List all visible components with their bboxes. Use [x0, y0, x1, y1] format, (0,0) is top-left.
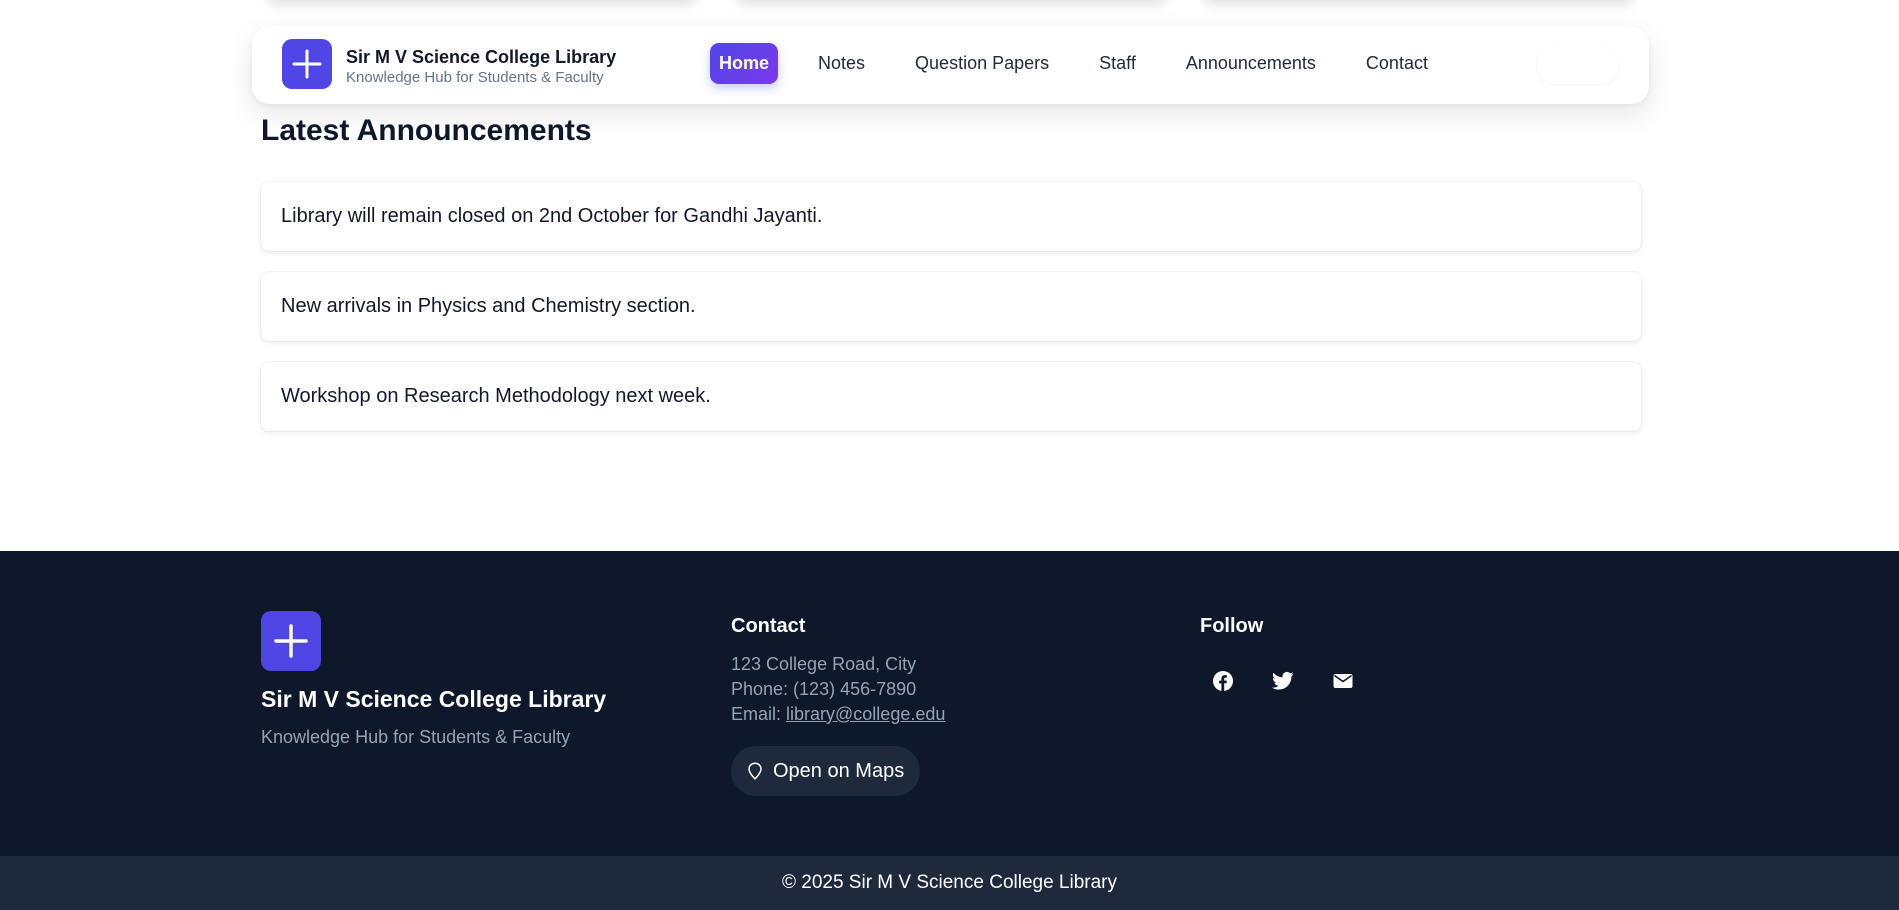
brand-title: Sir M V Science College Library: [346, 47, 617, 67]
footer-contact-details: 123 College Road, City Phone: (123) 456-…: [731, 652, 945, 727]
copyright-bar: © 2025 Sir M V Science College Library: [0, 856, 1899, 910]
page-title: Latest Announcements: [261, 114, 592, 147]
footer-address: 123 College Road, City: [731, 654, 917, 674]
nav-contact[interactable]: Contact: [1357, 43, 1437, 84]
main-nav: Home Notes Question Papers Staff Announc…: [710, 43, 1469, 84]
facebook-link[interactable]: [1200, 658, 1246, 704]
footer-logo: [261, 611, 321, 671]
announcement-item: New arrivals in Physics and Chemistry se…: [261, 272, 1641, 341]
plus-icon: [292, 49, 322, 79]
facebook-icon: [1213, 671, 1233, 691]
footer-follow-heading: Follow: [1200, 615, 1264, 637]
nav-home[interactable]: Home: [710, 43, 779, 84]
footer-subtitle: Knowledge Hub for Students & Faculty: [261, 727, 571, 747]
plus-icon: [274, 624, 308, 658]
email-link[interactable]: [1320, 658, 1366, 704]
map-pin-icon: [747, 762, 763, 780]
announcement-item: Library will remain closed on 2nd Octobe…: [261, 182, 1641, 251]
nav-staff[interactable]: Staff: [1090, 43, 1145, 84]
twitter-link[interactable]: [1260, 658, 1306, 704]
nav-action-button[interactable]: [1537, 46, 1619, 84]
open-maps-label: Open on Maps: [773, 759, 905, 782]
footer-title: Sir M V Science College Library: [261, 686, 607, 712]
footer: Sir M V Science College Library Knowledg…: [0, 551, 1899, 856]
top-card-edges: [0, 0, 1899, 20]
footer-phone: Phone: (123) 456-7890: [731, 679, 917, 699]
footer-contact-heading: Contact: [731, 615, 806, 637]
nav-announcements[interactable]: Announcements: [1177, 43, 1325, 84]
footer-email-link[interactable]: library@college.edu: [786, 704, 945, 724]
footer-email-line: Email: library@college.edu: [731, 702, 945, 727]
brand-subtitle: Knowledge Hub for Students & Faculty: [346, 69, 604, 86]
navbar: Sir M V Science College Library Knowledg…: [252, 26, 1649, 104]
footer-email-label: Email:: [731, 704, 787, 724]
twitter-icon: [1272, 671, 1294, 690]
open-maps-button[interactable]: Open on Maps: [731, 746, 921, 796]
announcement-list: Library will remain closed on 2nd Octobe…: [261, 182, 1641, 452]
nav-notes[interactable]: Notes: [809, 43, 874, 84]
brand-logo[interactable]: [282, 39, 332, 89]
nav-question-papers[interactable]: Question Papers: [906, 43, 1058, 84]
announcement-item: Workshop on Research Methodology next we…: [261, 362, 1641, 431]
brand[interactable]: Sir M V Science College Library Knowledg…: [346, 46, 616, 87]
social-links: [1200, 658, 1380, 704]
mail-icon: [1333, 674, 1353, 688]
